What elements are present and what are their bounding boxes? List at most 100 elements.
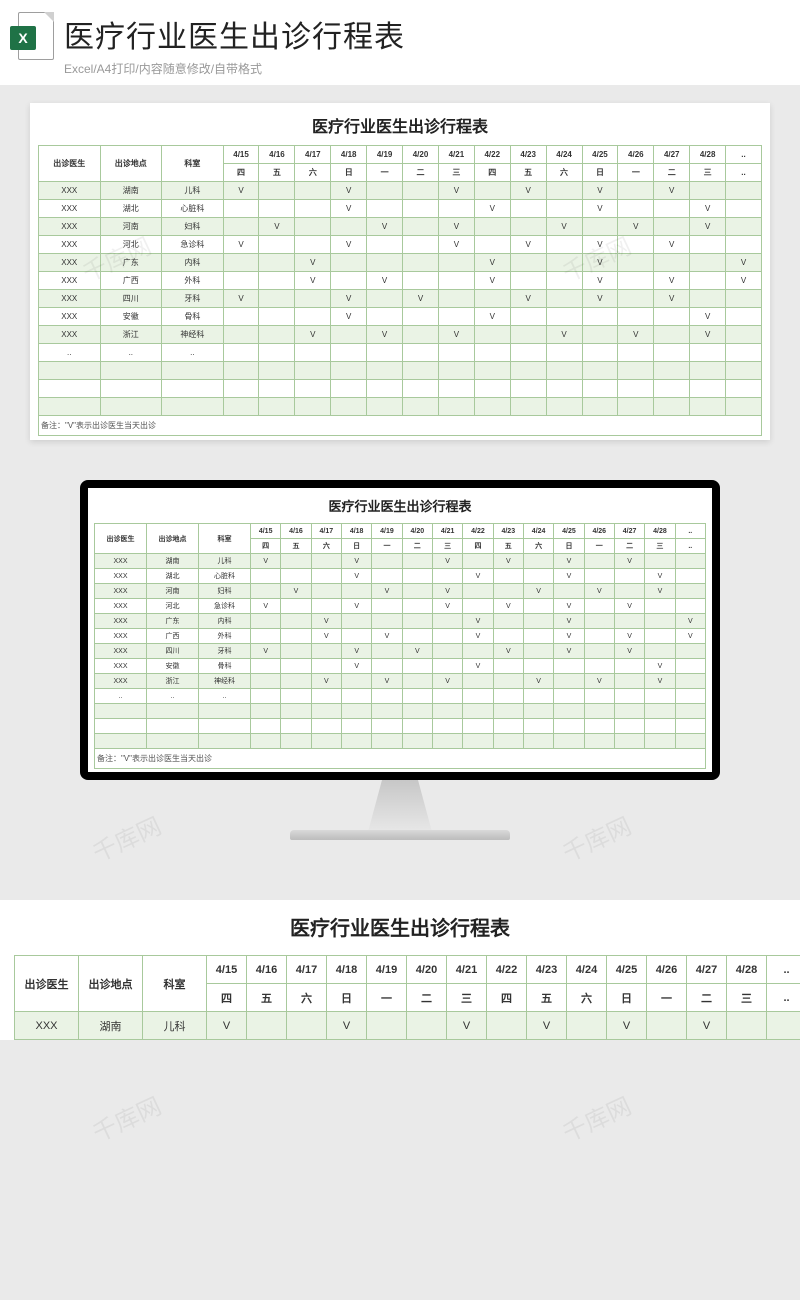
watermark: 千库网 <box>86 1086 166 1148</box>
schedule-cell: V <box>372 674 402 689</box>
schedule-cell <box>675 719 705 734</box>
schedule-cell <box>675 554 705 569</box>
table-cell: 儿科 <box>143 1012 207 1040</box>
schedule-cell <box>438 362 474 380</box>
schedule-cell: V <box>403 290 439 308</box>
table-cell: 广西 <box>100 272 162 290</box>
schedule-cell <box>403 182 439 200</box>
schedule-cell: V <box>432 554 462 569</box>
schedule-cell <box>281 554 311 569</box>
table-cell <box>100 380 162 398</box>
table-row: XXX河南妇科VVVVVV <box>39 218 762 236</box>
schedule-cell <box>474 398 510 416</box>
table-row: XXX广东内科VVVV <box>39 254 762 272</box>
date-header: 4/23 <box>510 146 546 164</box>
schedule-cell: V <box>554 554 584 569</box>
schedule-cell <box>510 272 546 290</box>
schedule-cell: V <box>554 569 584 584</box>
schedule-cell <box>726 362 762 380</box>
date-header: 4/18 <box>327 956 367 984</box>
schedule-cell: V <box>341 599 371 614</box>
table-cell <box>39 380 101 398</box>
schedule-cell: V <box>582 290 618 308</box>
table-row: ...... <box>95 689 706 704</box>
schedule-cell <box>523 734 553 749</box>
schedule-cell <box>311 704 341 719</box>
table-cell: 河南 <box>147 584 199 599</box>
page-header: X 医疗行业医生出诊行程表 Excel/A4打印/内容随意修改/自带格式 <box>0 0 800 85</box>
schedule-cell: V <box>341 644 371 659</box>
weekday-header: 五 <box>527 984 567 1012</box>
table-cell: XXX <box>95 584 147 599</box>
schedule-cell: V <box>690 326 726 344</box>
date-header: 4/16 <box>281 524 311 539</box>
weekday-header: .. <box>675 539 705 554</box>
schedule-cell <box>341 584 371 599</box>
schedule-cell <box>510 398 546 416</box>
schedule-cell: V <box>690 200 726 218</box>
schedule-cell: V <box>295 272 331 290</box>
schedule-cell <box>645 644 675 659</box>
schedule-cell <box>432 629 462 644</box>
schedule-cell <box>403 254 439 272</box>
schedule-cell: V <box>618 326 654 344</box>
schedule-cell <box>474 236 510 254</box>
schedule-cell <box>493 659 523 674</box>
table-cell: XXX <box>95 644 147 659</box>
date-header: 4/18 <box>331 146 367 164</box>
table-cell <box>199 734 251 749</box>
schedule-cell <box>767 1012 800 1040</box>
schedule-cell <box>474 290 510 308</box>
weekday-header: 五 <box>259 164 295 182</box>
col-header: 出诊医生 <box>95 524 147 554</box>
schedule-cell: V <box>645 584 675 599</box>
schedule-cell <box>647 1012 687 1040</box>
schedule-cell <box>438 308 474 326</box>
schedule-cell <box>295 236 331 254</box>
date-header: 4/17 <box>287 956 327 984</box>
schedule-cell <box>690 254 726 272</box>
schedule-cell <box>726 308 762 326</box>
schedule-cell <box>432 569 462 584</box>
table-cell: XXX <box>39 326 101 344</box>
weekday-header: 六 <box>311 539 341 554</box>
schedule-cell <box>251 719 281 734</box>
table-cell <box>39 398 101 416</box>
schedule-cell <box>432 719 462 734</box>
date-header: 4/26 <box>647 956 687 984</box>
date-header: 4/19 <box>367 146 403 164</box>
schedule-cell <box>403 398 439 416</box>
schedule-cell: V <box>654 290 690 308</box>
schedule-cell <box>259 236 295 254</box>
weekday-header: 三 <box>645 539 675 554</box>
schedule-cell: V <box>675 629 705 644</box>
schedule-cell <box>618 236 654 254</box>
table-cell: 妇科 <box>162 218 224 236</box>
table-cell <box>162 380 224 398</box>
schedule-cell <box>474 344 510 362</box>
date-header: 4/25 <box>582 146 618 164</box>
schedule-cell <box>402 629 432 644</box>
schedule-cell <box>402 614 432 629</box>
table-cell <box>147 704 199 719</box>
schedule-cell: V <box>432 584 462 599</box>
schedule-cell <box>367 182 403 200</box>
schedule-cell <box>618 290 654 308</box>
schedule-cell <box>523 554 553 569</box>
schedule-cell <box>341 614 371 629</box>
table-cell <box>39 362 101 380</box>
date-header: 4/22 <box>463 524 493 539</box>
schedule-cell <box>372 659 402 674</box>
schedule-cell <box>463 599 493 614</box>
schedule-cell <box>645 614 675 629</box>
date-header: 4/21 <box>438 146 474 164</box>
schedule-cell <box>584 614 614 629</box>
schedule-cell <box>463 644 493 659</box>
schedule-cell <box>341 719 371 734</box>
schedule-cell <box>403 326 439 344</box>
table-cell: XXX <box>95 554 147 569</box>
schedule-cell: V <box>463 569 493 584</box>
table-cell: .. <box>39 344 101 362</box>
schedule-cell <box>554 689 584 704</box>
table-cell: XXX <box>95 659 147 674</box>
